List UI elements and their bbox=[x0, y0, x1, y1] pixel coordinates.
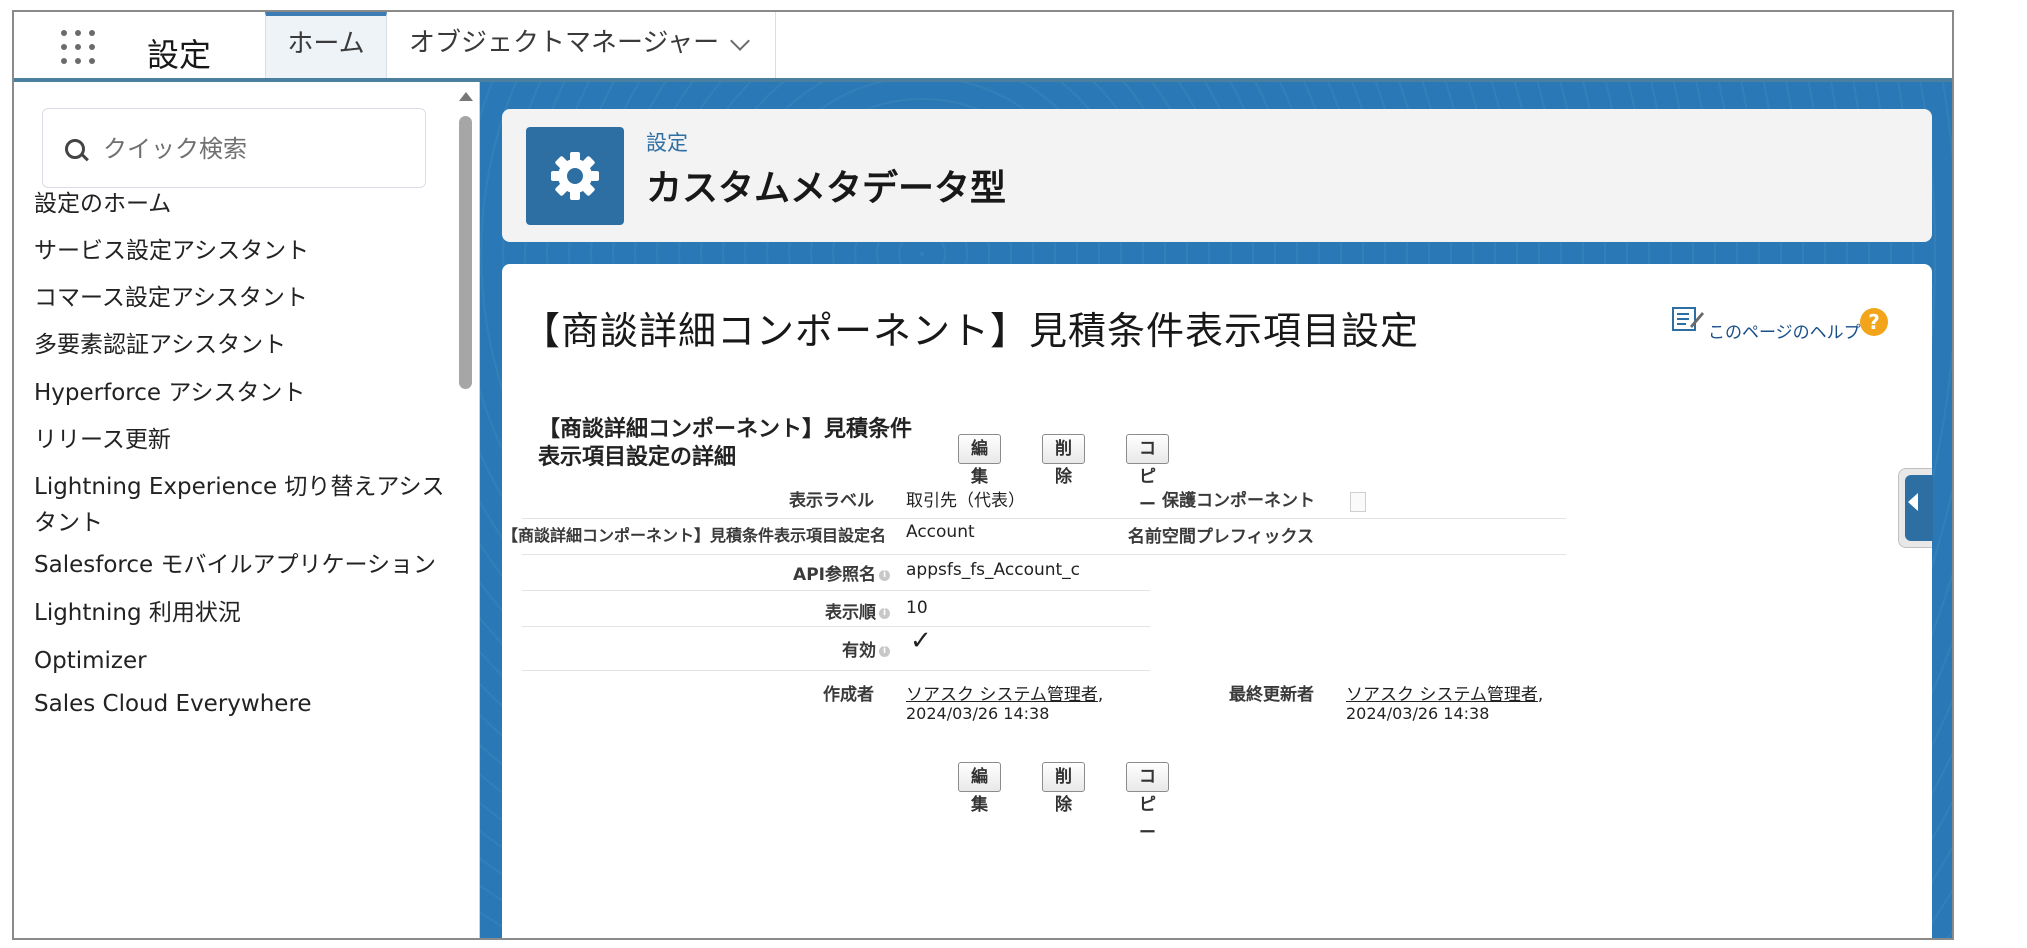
page-header: 設定 カスタムメタデータ型 bbox=[502, 109, 1932, 242]
info-icon[interactable]: i bbox=[879, 569, 890, 581]
sidebar-item-hyperforce-assistant[interactable]: Hyperforce アシスタント bbox=[34, 375, 454, 411]
protected-component-label: 保護コンポーネント bbox=[1162, 491, 1315, 511]
display-order-label: 表示順 i bbox=[522, 598, 890, 623]
active-label-text: 有効 bbox=[842, 641, 876, 661]
info-icon[interactable]: i bbox=[879, 645, 890, 657]
tab-object-manager[interactable]: オブジェクトマネージャー bbox=[387, 12, 776, 78]
active-checkmark-icon: ✓ bbox=[910, 626, 932, 656]
record-title: 【商談詳細コンポーネント】見積条件表示項目設定 bbox=[522, 309, 1420, 353]
display-order-value: 10 bbox=[906, 598, 928, 618]
created-date: 2024/03/26 14:38 bbox=[906, 704, 1050, 723]
row-divider bbox=[522, 670, 1150, 671]
breadcrumb[interactable]: 設定 bbox=[646, 127, 688, 157]
page-title: カスタムメタデータ型 bbox=[646, 168, 1007, 209]
tab-object-manager-label: オブジェクトマネージャー bbox=[409, 28, 720, 58]
api-name-value: appsfs_fs_Account_c bbox=[906, 560, 1081, 580]
active-label: 有効 i bbox=[522, 636, 890, 661]
delete-button[interactable]: 削除 bbox=[1042, 434, 1085, 487]
app-name: 設定 bbox=[147, 36, 212, 74]
created-by-value: ソアスク システム管理者, bbox=[906, 685, 1104, 705]
search-icon bbox=[65, 139, 85, 159]
namespace-prefix-label: 名前空間プレフィックス bbox=[1127, 527, 1314, 547]
edit-button[interactable]: 編集 bbox=[958, 762, 1001, 815]
app-launcher-icon[interactable] bbox=[59, 28, 99, 68]
display-order-label-text: 表示順 bbox=[825, 603, 876, 623]
quick-find-box bbox=[42, 108, 426, 188]
scrollbar-thumb[interactable] bbox=[459, 116, 472, 389]
detail-panel: 【商談詳細コンポーネント】見積条件表示項目設定 このページのヘルプ ? 【商談詳… bbox=[502, 264, 1932, 938]
sidebar-item-optimizer[interactable]: Optimizer bbox=[34, 643, 454, 679]
row-divider bbox=[522, 626, 1150, 627]
sidebar-collapse-toggle[interactable] bbox=[1898, 468, 1933, 548]
api-name-label-text: API参照名 bbox=[793, 565, 876, 585]
sidebar-item-release-updates[interactable]: リリース更新 bbox=[34, 422, 454, 458]
help-question-icon[interactable]: ? bbox=[1860, 308, 1888, 336]
last-modified-by-value: ソアスク システム管理者, bbox=[1346, 685, 1544, 705]
detail-section-title: 【商談詳細コンポーネント】見積条件表示項目設定の詳細 bbox=[538, 417, 913, 470]
sidebar-item-service-setup-assistant[interactable]: サービス設定アシスタント bbox=[34, 233, 454, 269]
copy-button[interactable]: コピー bbox=[1126, 434, 1169, 515]
chevron-left-icon[interactable] bbox=[1908, 493, 1918, 511]
record-name-label: 【商談詳細コンポーネント】見積条件表示項目設定名 bbox=[502, 526, 887, 545]
chevron-down-icon[interactable] bbox=[730, 31, 750, 51]
help-document-icon bbox=[1672, 307, 1704, 331]
copy-button[interactable]: コピー bbox=[1126, 762, 1169, 843]
last-modified-date: 2024/03/26 14:38 bbox=[1346, 704, 1490, 723]
row-divider bbox=[522, 554, 1566, 555]
main-region: 設定 カスタムメタデータ型 【商談詳細コンポーネント】見積条件表示項目設定 この… bbox=[480, 82, 1952, 938]
created-by-label: 作成者 bbox=[823, 685, 874, 705]
created-by-user-link[interactable]: ソアスク システム管理者 bbox=[906, 685, 1098, 705]
setup-gear-icon bbox=[526, 127, 624, 225]
delete-button[interactable]: 削除 bbox=[1042, 762, 1085, 815]
last-modified-by-label: 最終更新者 bbox=[1229, 685, 1314, 705]
api-name-label: API参照名 i bbox=[522, 560, 890, 585]
sidebar-item-sales-cloud-everywhere[interactable]: Sales Cloud Everywhere bbox=[34, 686, 454, 722]
tab-home[interactable]: ホーム bbox=[265, 12, 387, 78]
quick-find-input[interactable] bbox=[101, 127, 415, 171]
edit-button[interactable]: 編集 bbox=[958, 434, 1001, 487]
sidebar-item-salesforce-mobile-app[interactable]: Salesforce モバイルアプリケーション bbox=[34, 547, 454, 583]
sidebar-item-setup-home[interactable]: 設定のホーム bbox=[34, 186, 454, 222]
global-header: 設定 ホーム オブジェクトマネージャー bbox=[14, 12, 1952, 82]
help-link-label[interactable]: このページのヘルプ bbox=[1708, 318, 1861, 343]
sidebar-item-lightning-usage[interactable]: Lightning 利用状況 bbox=[34, 595, 454, 631]
record-name-value: Account bbox=[906, 522, 975, 542]
sidebar-item-lightning-transition-assistant[interactable]: Lightning Experience 切り替えアシスタント bbox=[34, 469, 454, 541]
scroll-up-arrow-icon[interactable] bbox=[459, 92, 473, 101]
info-icon[interactable]: i bbox=[879, 607, 890, 619]
protected-component-checkbox bbox=[1350, 492, 1366, 512]
row-divider bbox=[522, 590, 1150, 591]
display-label-value: 取引先（代表） bbox=[906, 491, 1025, 511]
setup-sidebar: 設定のホーム サービス設定アシスタント コマース設定アシスタント 多要素認証アシ… bbox=[14, 82, 480, 938]
display-label-label: 表示ラベル bbox=[789, 491, 874, 511]
sidebar-item-commerce-setup-assistant[interactable]: コマース設定アシスタント bbox=[34, 280, 454, 316]
sidebar-item-mfa-assistant[interactable]: 多要素認証アシスタント bbox=[34, 327, 454, 363]
app-window: 設定 ホーム オブジェクトマネージャー 設定のホーム サービス設定アシスタント … bbox=[12, 10, 1954, 940]
row-divider bbox=[522, 518, 1566, 519]
last-modified-by-user-link[interactable]: ソアスク システム管理者 bbox=[1346, 685, 1538, 705]
sidebar-scrollbar[interactable] bbox=[454, 92, 476, 932]
